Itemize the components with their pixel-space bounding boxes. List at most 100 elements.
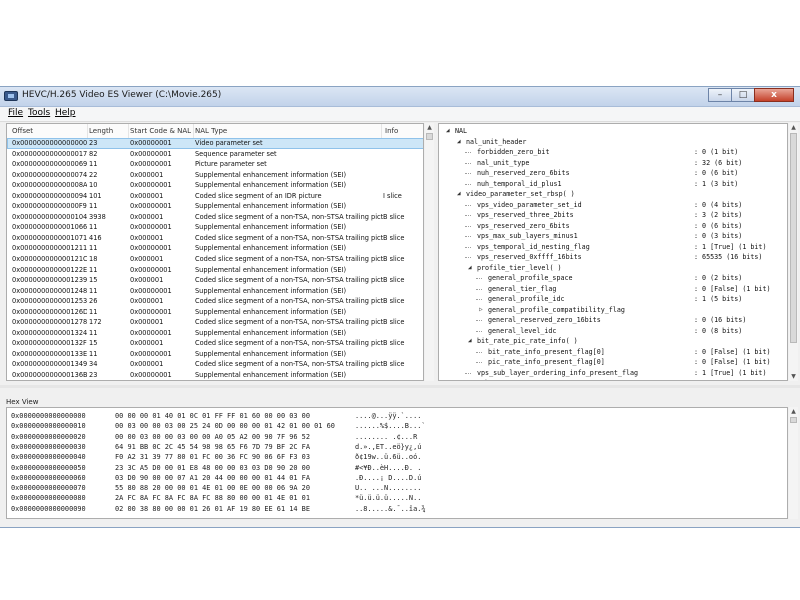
table-row[interactable]: 0x000000000000133E 11 0x00000001 Supplement… [7, 349, 423, 360]
tree-node-name: general_reserved_zero_16bits [488, 316, 601, 324]
menu-tools[interactable]: Tools [28, 108, 50, 118]
menu-file-label: File [8, 108, 24, 118]
tree-node[interactable]: ◢ NAL [439, 126, 785, 136]
tree-node[interactable]: general_reserved_zero_16bits: 0 (16 bits… [439, 315, 785, 325]
tree-node-value: : 0 (1 bit) [694, 148, 739, 156]
col-offset[interactable]: Offset [12, 127, 33, 135]
tree-node[interactable]: vps_reserved_0xffff_16bits: 65535 (16 bi… [439, 252, 785, 262]
scroll-thumb[interactable] [790, 417, 797, 423]
cell-length: 11 [89, 328, 98, 337]
table-row[interactable]: 0x0000000000000074 22 0x000001 Supplemental… [7, 170, 423, 181]
tree-node[interactable]: vps_video_parameter_set_id: 0 (4 bits) [439, 200, 785, 210]
expand-icon[interactable]: ▷ [479, 306, 483, 313]
scroll-down-icon[interactable]: ▼ [789, 372, 798, 381]
table-row[interactable]: 0x0000000000001248 11 0x00000001 Supplement… [7, 286, 423, 297]
tree-node-name: vps_max_sub_layers_minus1 [477, 232, 578, 240]
cell-offset: 0x00000000000000F9 [12, 202, 87, 211]
tree-node[interactable]: ◢ bit_rate_pic_rate_info( ) [439, 336, 785, 346]
cell-length: 18 [89, 255, 98, 264]
col-start-code[interactable]: Start Code & NAL [130, 127, 191, 135]
scroll-up-icon[interactable]: ▲ [789, 407, 798, 416]
hex-view-scrollbar[interactable]: ▲ [789, 407, 798, 519]
table-row[interactable]: 0x000000000000136B 23 0x00000001 Supplement… [7, 370, 423, 380]
tree-node[interactable]: ◢ video_parameter_set_rbsp( ) [439, 189, 785, 199]
menu-help[interactable]: Help [55, 108, 76, 118]
scroll-thumb[interactable] [426, 133, 433, 140]
col-divider[interactable] [381, 124, 382, 138]
minimize-button[interactable]: – [708, 88, 732, 102]
col-nal-type[interactable]: NAL Type [195, 127, 227, 135]
table-row[interactable]: 0x0000000000000069 11 0x00000001 Picture pa… [7, 159, 423, 170]
tree-node[interactable]: pic_rate_info_present_flag[0]: 0 [False]… [439, 357, 785, 367]
table-row[interactable]: 0x0000000000001278 172 0x000001 Coded slice… [7, 317, 423, 328]
table-row[interactable]: 0x0000000000000000 23 0x00000001 Video para… [7, 138, 423, 149]
syntax-tree[interactable]: ◢ NAL ◢ nal_unit_header forbidden_zero_bit: … [438, 123, 788, 381]
col-divider[interactable] [128, 124, 129, 138]
cell-offset: 0x0000000000001211 [12, 244, 87, 253]
table-row[interactable]: 0x00000000000000F9 11 0x00000001 Supplement… [7, 201, 423, 212]
col-divider[interactable] [193, 124, 194, 138]
table-row[interactable]: 0x000000000000126D 11 0x00000001 Supplement… [7, 307, 423, 318]
expand-icon[interactable]: ▷ [468, 379, 472, 380]
scroll-thumb[interactable] [790, 133, 797, 343]
table-row[interactable]: 0x000000000000122E 11 0x00000001 Supplement… [7, 265, 423, 276]
tree-node[interactable]: vps_sub_layer_ordering_info_present_flag… [439, 368, 785, 378]
scroll-up-icon[interactable]: ▲ [425, 123, 434, 132]
table-row[interactable]: 0x0000000000000094 101 0x000001 Coded slice… [7, 191, 423, 202]
table-row[interactable]: 0x0000000000000104 3938 0x000001 Coded slic… [7, 212, 423, 223]
col-divider[interactable] [87, 124, 88, 138]
tree-node[interactable]: vps_temporal_id_nesting_flag: 1 [True] (… [439, 242, 785, 252]
hex-bytes: 02 00 38 80 00 00 01 26 01 AF 19 80 EE 6… [115, 504, 310, 513]
scroll-up-icon[interactable]: ▲ [789, 123, 798, 132]
tree-node[interactable]: ▷ general_profile_compatibility_flag [439, 305, 785, 315]
tree-node[interactable]: general_profile_space: 0 (2 bits) [439, 273, 785, 283]
tree-node[interactable]: ◢ profile_tier_level( ) [439, 263, 785, 273]
menu-file[interactable]: File [8, 108, 23, 118]
tree-node[interactable]: vps_reserved_three_2bits: 3 (2 bits) [439, 210, 785, 220]
table-row[interactable]: 0x0000000000001349 34 0x000001 Coded slice … [7, 359, 423, 370]
collapse-icon[interactable]: ◢ [446, 127, 450, 134]
tree-node[interactable]: nuh_reserved_zero_6bits: 0 (6 bit) [439, 168, 785, 178]
table-row[interactable]: 0x0000000000001211 11 0x00000001 Supplement… [7, 243, 423, 254]
close-button[interactable]: x [754, 88, 794, 102]
table-row[interactable]: 0x0000000000001071 416 0x000001 Coded slice… [7, 233, 423, 244]
cell-nal-type: Coded slice segment of a non-TSA, non-ST… [195, 233, 383, 242]
collapse-icon[interactable]: ◢ [468, 264, 472, 271]
tree-node[interactable]: nuh_temporal_id_plus1: 1 (3 bit) [439, 179, 785, 189]
cell-offset: 0x0000000000001349 [12, 360, 87, 369]
syntax-tree-scrollbar[interactable]: ▲ ▼ [789, 123, 798, 381]
table-row[interactable]: 0x000000000000008A 10 0x00000001 Supplement… [7, 180, 423, 191]
table-row[interactable]: 0x0000000000001066 11 0x00000001 Supplement… [7, 222, 423, 233]
nal-list[interactable]: Offset Length Start Code & NAL NAL Type … [6, 123, 424, 381]
cell-nal-type: Supplemental enhancement information (SE… [195, 202, 347, 211]
tree-node[interactable]: forbidden_zero_bit: 0 (1 bit) [439, 147, 785, 157]
tree-node[interactable]: general_profile_idc: 1 (5 bits) [439, 294, 785, 304]
cell-length: 34 [89, 360, 98, 369]
title-bar[interactable]: HEVC/H.265 Video ES Viewer (C:\Movie.265… [0, 87, 800, 107]
maximize-button[interactable]: □ [731, 88, 755, 102]
table-row[interactable]: 0x0000000000001239 15 0x000001 Coded slice … [7, 275, 423, 286]
table-row[interactable]: 0x0000000000001253 26 0x000001 Coded slice … [7, 296, 423, 307]
tree-node[interactable]: bit_rate_info_present_flag[0]: 0 [False]… [439, 347, 785, 357]
tree-node[interactable]: ▷ SubLayers [439, 378, 785, 380]
collapse-icon[interactable]: ◢ [457, 190, 461, 197]
tree-node[interactable]: ◢ nal_unit_header [439, 137, 785, 147]
tree-node[interactable]: vps_reserved_zero_6bits: 0 (6 bits) [439, 221, 785, 231]
nal-list-scrollbar[interactable]: ▲ [425, 123, 434, 381]
table-row[interactable]: 0x0000000000001324 11 0x00000001 Supplement… [7, 328, 423, 339]
cell-start-code: 0x000001 [130, 233, 164, 242]
pane-splitter[interactable] [0, 385, 800, 388]
cell-start-code: 0x00000001 [130, 371, 172, 380]
tree-node[interactable]: vps_max_sub_layers_minus1: 0 (3 bits) [439, 231, 785, 241]
tree-node[interactable]: nal_unit_type: 32 (6 bit) [439, 158, 785, 168]
table-row[interactable]: 0x000000000000121C 18 0x000001 Coded slice … [7, 254, 423, 265]
table-row[interactable]: 0x0000000000000017 82 0x00000001 Sequence p… [7, 149, 423, 160]
table-row[interactable]: 0x000000000000132F 15 0x000001 Coded slice … [7, 338, 423, 349]
tree-node[interactable]: general_tier_flag: 0 [False] (1 bit) [439, 284, 785, 294]
col-length[interactable]: Length [89, 127, 113, 135]
collapse-icon[interactable]: ◢ [457, 138, 461, 145]
collapse-icon[interactable]: ◢ [468, 337, 472, 344]
tree-node[interactable]: general_level_idc: 0 (8 bits) [439, 326, 785, 336]
hex-view[interactable]: 0x0000000000000000 00 00 00 01 40 01 0C 0… [6, 407, 788, 519]
col-info[interactable]: Info [385, 127, 398, 135]
